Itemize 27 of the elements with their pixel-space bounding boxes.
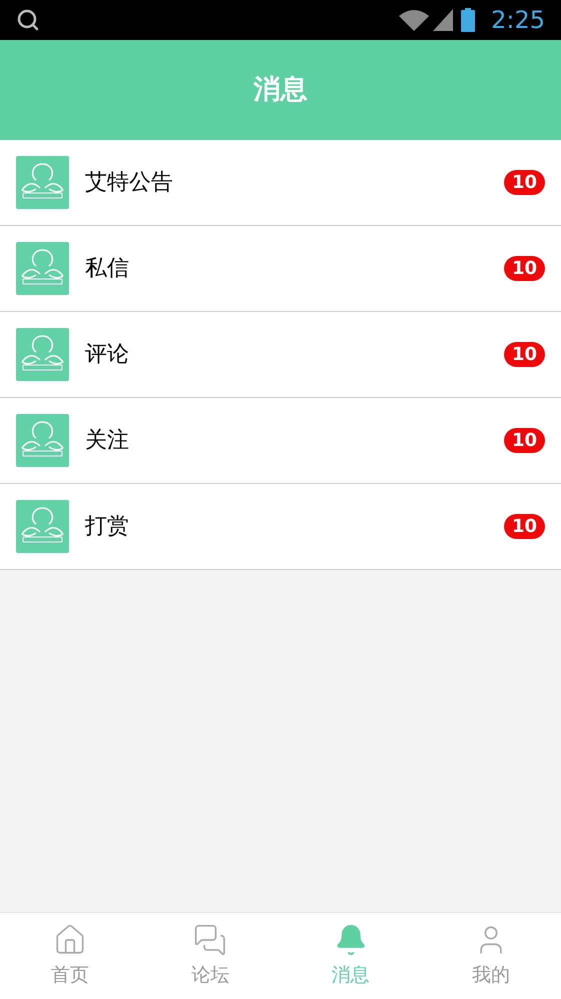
status-time: 2:25 [491,5,545,36]
message-title: 评论 [85,341,129,369]
message-item[interactable]: 私信 10 [0,226,561,312]
count-badge: 10 [504,428,545,453]
avatar-icon [16,500,69,553]
message-title: 私信 [85,255,129,283]
count-badge: 10 [504,256,545,281]
avatar-icon [16,242,69,295]
message-title: 关注 [85,427,129,455]
avatar-icon [16,328,69,381]
message-item[interactable]: 艾特公告 10 [0,140,561,226]
count-badge: 10 [504,170,545,195]
count-badge: 10 [504,514,545,539]
chat-icon [193,922,228,957]
message-title: 艾特公告 [85,169,173,197]
message-item[interactable]: 关注 10 [0,398,561,484]
message-item[interactable]: 评论 10 [0,312,561,398]
message-item[interactable]: 打赏 10 [0,484,561,570]
header-title: 消息 [254,72,308,107]
wifi-icon [399,9,430,31]
avatar-icon [16,156,69,209]
message-title: 打赏 [85,513,129,541]
signal-icon [433,9,454,31]
count-badge: 10 [504,342,545,367]
avatar-icon [16,414,69,467]
battery-icon [461,8,476,32]
search-icon [16,8,40,32]
